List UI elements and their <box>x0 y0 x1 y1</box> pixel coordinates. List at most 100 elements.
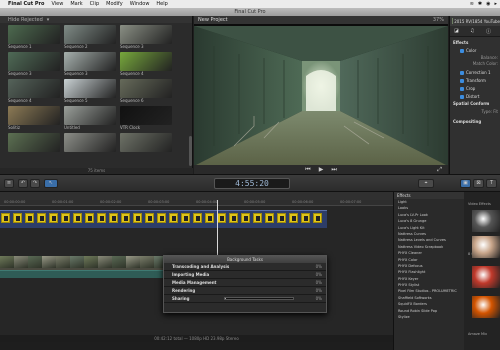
title-clip[interactable] <box>13 213 22 223</box>
menu-mark[interactable]: Mark <box>70 1 82 7</box>
title-clip[interactable] <box>109 213 118 223</box>
status-icon[interactable]: ≋ <box>470 1 474 7</box>
inspector-row[interactable]: Crop <box>450 86 500 91</box>
zoom-level[interactable]: 37% <box>433 17 444 23</box>
clip-image[interactable] <box>64 106 116 125</box>
info-tab-icon[interactable]: ⓘ <box>486 28 491 35</box>
clip-thumbnail[interactable]: Sequence 5 <box>64 79 116 104</box>
title-clip[interactable] <box>121 213 130 223</box>
clip-thumbnail[interactable]: Sequence 3 <box>64 52 116 77</box>
clip-image[interactable] <box>120 79 172 98</box>
clip-thumbnail[interactable]: Sequence 1 <box>8 25 60 50</box>
title-clip[interactable] <box>145 213 154 223</box>
clip-image[interactable] <box>120 106 172 125</box>
index-icon[interactable]: ≡ <box>4 179 14 188</box>
clip-thumbnail[interactable]: Sequence 3 <box>120 25 172 50</box>
title-clip[interactable] <box>1 213 10 223</box>
title-clip[interactable] <box>253 213 262 223</box>
title-clip[interactable] <box>85 213 94 223</box>
next-icon[interactable]: ⏭ <box>331 166 336 174</box>
task-row[interactable]: Media Management 0% <box>164 279 326 287</box>
redo-icon[interactable]: ↷ <box>30 179 40 188</box>
title-clip[interactable] <box>193 213 202 223</box>
inspector-row[interactable]: Color <box>450 48 500 53</box>
effects-browser-button[interactable]: ▣ <box>460 179 471 188</box>
clip-thumbnail[interactable]: VTR Clock <box>120 106 172 131</box>
clip-image[interactable] <box>64 52 116 71</box>
clip-image[interactable] <box>8 133 60 152</box>
timeline-ruler[interactable]: 00:00:00:00 00:00:01:00 00:00:02:00 00:00:0… <box>0 200 393 206</box>
clip-image[interactable] <box>120 133 172 152</box>
clip-thumbnail[interactable] <box>8 133 60 158</box>
status-icon[interactable]: ▸ <box>494 1 497 7</box>
audio-tab-icon[interactable]: ♫ <box>470 28 474 34</box>
clip-image[interactable] <box>120 25 172 44</box>
title-clip[interactable] <box>169 213 178 223</box>
clip-thumbnail[interactable] <box>120 133 172 158</box>
select-tool-button[interactable]: ↖ <box>44 179 58 188</box>
enable-checkbox[interactable] <box>460 71 464 75</box>
effect-thumbnail[interactable] <box>472 210 500 232</box>
title-clip[interactable] <box>157 213 166 223</box>
menu-clip[interactable]: Clip <box>90 1 99 7</box>
clip-image[interactable] <box>64 79 116 98</box>
inspector-row[interactable]: Spatial Conform <box>450 101 500 106</box>
clip-image[interactable] <box>64 25 116 44</box>
status-icon[interactable]: ◉ <box>486 1 490 7</box>
undo-icon[interactable]: ↶ <box>18 179 28 188</box>
menu-modify[interactable]: Modify <box>106 1 123 7</box>
title-clip[interactable] <box>277 213 286 223</box>
title-clip[interactable] <box>217 213 226 223</box>
timecode-display[interactable]: 4:55:20 <box>214 178 290 189</box>
play-icon[interactable]: ▶ <box>319 166 324 173</box>
title-clip[interactable] <box>49 213 58 223</box>
title-clip[interactable] <box>289 213 298 223</box>
title-clip[interactable] <box>181 213 190 223</box>
chevron-down-icon[interactable]: ▾ <box>47 17 50 23</box>
transitions-button[interactable]: ⊠ <box>473 179 484 188</box>
enable-checkbox[interactable] <box>460 95 464 99</box>
title-clip[interactable] <box>73 213 82 223</box>
clip-image[interactable] <box>8 79 60 98</box>
title-clip[interactable] <box>61 213 70 223</box>
clip-image[interactable] <box>8 52 60 71</box>
effect-thumbnail[interactable] <box>472 296 500 318</box>
title-clip[interactable] <box>205 213 214 223</box>
clip-thumbnail[interactable]: Solitiz <box>8 106 60 131</box>
video-frame[interactable] <box>194 26 448 166</box>
video-tab-icon[interactable]: ◪ <box>454 28 459 34</box>
clip-thumbnail[interactable]: Sequence 4 <box>120 52 172 77</box>
task-row[interactable]: Transcoding and Analysis 0% <box>164 263 326 271</box>
title-clip[interactable] <box>37 213 46 223</box>
audio-track[interactable] <box>0 270 165 278</box>
inspector-row[interactable]: Distort <box>450 94 500 99</box>
clip-thumbnail[interactable]: Sequence 6 <box>120 79 172 104</box>
menu-window[interactable]: Window <box>130 1 150 7</box>
clip-thumbnail[interactable]: Sequence 4 <box>8 79 60 104</box>
filter-dropdown[interactable]: Hide Rejected <box>8 17 43 23</box>
clip-thumbnail[interactable]: Sequence 3 <box>8 52 60 77</box>
inspector-row[interactable]: Compositing <box>450 119 500 124</box>
title-clip[interactable] <box>25 213 34 223</box>
inspector-row[interactable]: Correction 1 <box>450 70 500 75</box>
effect-thumbnail[interactable] <box>472 266 500 288</box>
clip-thumbnail[interactable] <box>64 133 116 158</box>
title-clip[interactable] <box>301 213 310 223</box>
effect-thumbnail[interactable] <box>472 236 500 258</box>
menu-help[interactable]: Help <box>156 1 167 7</box>
clip-image[interactable] <box>64 133 116 152</box>
clip-image[interactable] <box>8 25 60 44</box>
effects-category-item[interactable]: Stylize <box>394 314 464 320</box>
title-clip[interactable] <box>313 213 322 223</box>
task-row[interactable]: Importing Media 0% <box>164 271 326 279</box>
titles-button[interactable]: T <box>486 179 497 188</box>
enable-checkbox[interactable] <box>460 79 464 83</box>
inspector-row[interactable]: Transform <box>450 78 500 83</box>
inspector-row[interactable]: Effects <box>450 40 500 45</box>
status-icon[interactable]: ✱ <box>478 1 482 7</box>
enable-checkbox[interactable] <box>460 87 464 91</box>
task-row[interactable]: Sharing 0% <box>164 295 326 303</box>
clip-thumbnail[interactable]: Sequence 2 <box>64 25 116 50</box>
title-clip[interactable] <box>265 213 274 223</box>
title-clip[interactable] <box>241 213 250 223</box>
